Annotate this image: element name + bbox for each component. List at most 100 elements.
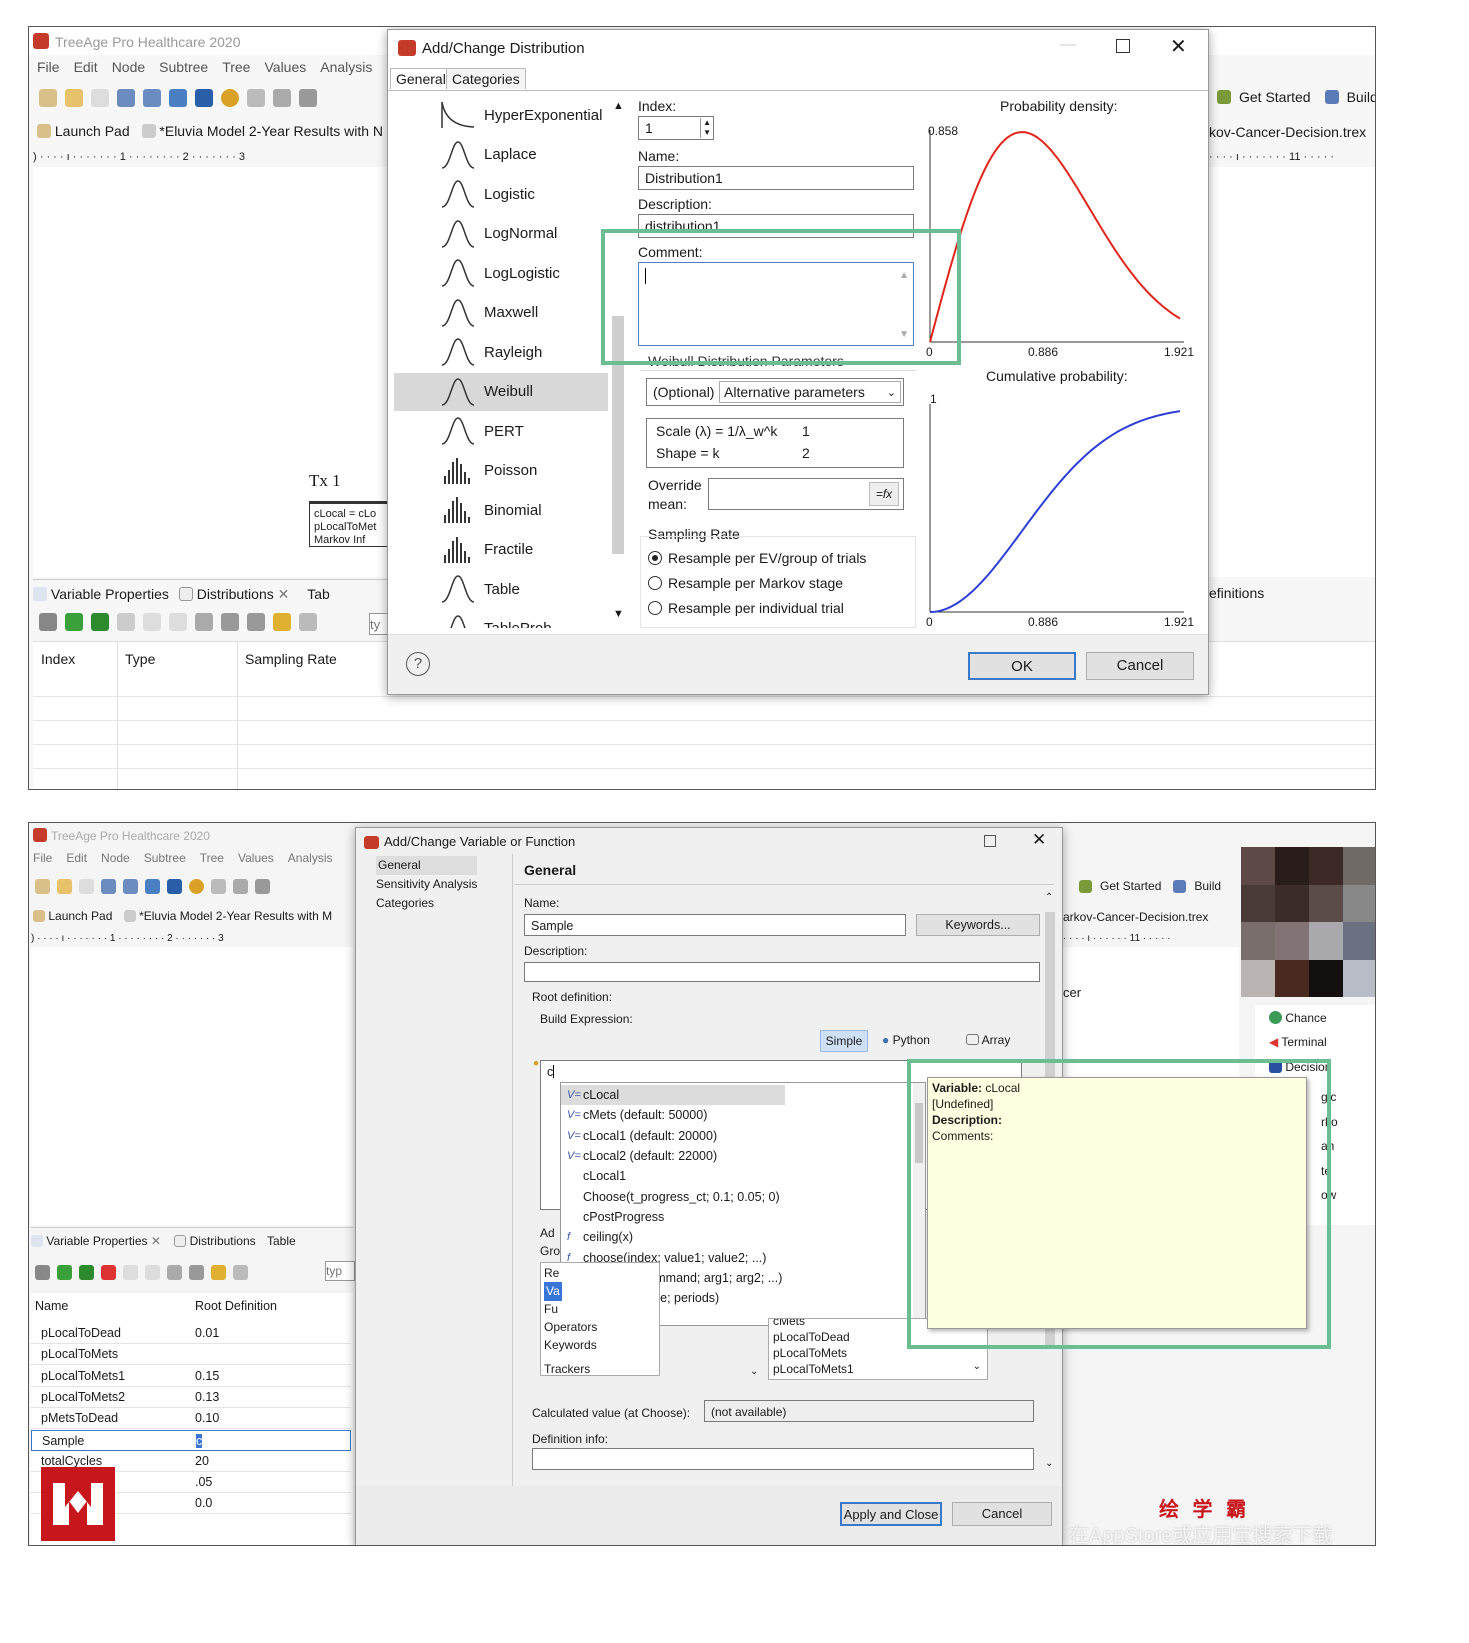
copy-icon[interactable]	[143, 613, 161, 631]
table-row[interactable]: pLocalToDead 0.01	[31, 1323, 351, 1344]
nav-categories[interactable]: Categories	[376, 894, 477, 913]
distribution-item[interactable]: PERT	[394, 412, 608, 450]
tab-categories[interactable]: Categories	[446, 68, 526, 89]
apply-and-close-button[interactable]: Apply and Close	[840, 1502, 942, 1526]
tree-node-box[interactable]: cLocal = cLo pLocalToMet Markov Inf	[309, 501, 389, 547]
menu-file[interactable]: File	[37, 59, 60, 75]
distribution-item[interactable]: Rayleigh	[394, 333, 608, 371]
mode-python[interactable]: ● Python	[882, 1033, 930, 1047]
filter-input[interactable]	[325, 1261, 355, 1281]
shape-value[interactable]: 2	[802, 445, 810, 462]
edit-icon[interactable]	[35, 1265, 50, 1280]
launch-pad-tab[interactable]: Launch Pad *Eluvia Model 2-Year Results …	[33, 909, 332, 923]
maximize-icon[interactable]	[984, 835, 996, 847]
ok-button[interactable]: OK	[968, 652, 1076, 680]
scale-value[interactable]: 1	[802, 423, 810, 440]
menu-subtree[interactable]: Subtree	[159, 59, 208, 75]
col-root-definition[interactable]: Root Definition	[195, 1299, 277, 1313]
right-doc-tab[interactable]: kov-Cancer-Decision.trex	[1209, 124, 1366, 140]
autocomplete-item[interactable]: V= cLocal2 (default: 22000)	[561, 1146, 785, 1166]
close-icon[interactable]: ✕	[1032, 830, 1046, 850]
table-row[interactable]: pLocalToMets2 0.13	[31, 1387, 351, 1408]
menu-analysis[interactable]: Analysis	[320, 59, 372, 75]
tree-icon[interactable]	[117, 89, 135, 107]
delete-icon[interactable]	[117, 613, 135, 631]
run-icon[interactable]	[189, 879, 204, 894]
doc-tab[interactable]: *Eluvia Model 2-Year Results with M	[139, 909, 332, 923]
menu-tree[interactable]: Tree	[200, 851, 224, 865]
distribution-item[interactable]: LogNormal	[394, 215, 608, 253]
grid-icon[interactable]	[211, 879, 226, 894]
close-icon[interactable]: ✕	[278, 586, 290, 602]
override-mean-input[interactable]: =fx	[708, 478, 904, 510]
get-started-button[interactable]: Get Started	[1100, 879, 1161, 893]
autocomplete-item[interactable]: cLocal1	[561, 1166, 785, 1186]
copy-icon[interactable]	[123, 1265, 138, 1280]
forward-icon[interactable]	[79, 879, 94, 894]
distribution-item[interactable]: Fractile	[394, 531, 608, 569]
col-type[interactable]: Type	[125, 651, 155, 667]
add-icon[interactable]	[65, 613, 83, 631]
menu-values[interactable]: Values	[264, 59, 306, 75]
doc-tab[interactable]: *Eluvia Model 2-Year Results with N	[159, 123, 383, 139]
distribution-item[interactable]: Logistic	[394, 175, 608, 213]
legend-chance[interactable]: Chance	[1269, 1011, 1327, 1025]
col-index[interactable]: Index	[41, 651, 75, 667]
name-input[interactable]: Distribution1	[638, 166, 914, 190]
build-button[interactable]: Build	[1194, 879, 1221, 893]
back-icon[interactable]	[65, 89, 83, 107]
move-icon[interactable]	[195, 613, 213, 631]
nav-sensitivity-analysis[interactable]: Sensitivity Analysis	[376, 875, 477, 894]
cancel-button[interactable]: Cancel	[1086, 652, 1194, 680]
name-input[interactable]: Sample	[524, 914, 906, 936]
move-icon[interactable]	[167, 1265, 182, 1280]
nav-general[interactable]: General	[376, 856, 478, 875]
tab-table[interactable]: Tab	[307, 586, 330, 602]
menu-values[interactable]: Values	[238, 851, 274, 865]
autocomplete-item[interactable]: V= cLocal	[561, 1085, 785, 1106]
col-name[interactable]: Name	[35, 1299, 68, 1313]
menu-edit[interactable]: Edit	[66, 851, 87, 865]
add-icon[interactable]	[57, 1265, 72, 1280]
menu-file[interactable]: File	[33, 851, 52, 865]
pin-icon[interactable]	[233, 1265, 248, 1280]
tab-general[interactable]: General	[390, 68, 452, 89]
menu-analysis[interactable]: Analysis	[288, 851, 333, 865]
col-sampling-rate[interactable]: Sampling Rate	[245, 651, 337, 667]
distribution-item[interactable]: TableProb	[394, 610, 608, 628]
scroll-up-icon[interactable]: ▲	[613, 100, 624, 112]
menu-tree[interactable]: Tree	[222, 59, 250, 75]
scroll-down-icon[interactable]: ⌄	[1045, 1458, 1053, 1469]
list-icon[interactable]	[221, 613, 239, 631]
menu-node[interactable]: Node	[112, 59, 145, 75]
add-child-icon[interactable]	[79, 1265, 94, 1280]
autocomplete-item[interactable]: V= cMets (default: 50000)	[561, 1105, 785, 1125]
forward-icon[interactable]	[91, 89, 109, 107]
table-row[interactable]: pMetsToDead 0.10	[31, 1408, 351, 1430]
build-button[interactable]: Build	[1347, 89, 1375, 105]
keywords-button[interactable]: Keywords...	[916, 914, 1040, 936]
list2-icon[interactable]	[247, 613, 265, 631]
network-icon[interactable]	[143, 89, 161, 107]
cube-icon[interactable]	[299, 89, 317, 107]
back-icon[interactable]	[57, 879, 72, 894]
category-list[interactable]: Ad Gro Re Va Fu Operators Keywords Track…	[540, 1224, 758, 1382]
paste-icon[interactable]	[169, 613, 187, 631]
table-row[interactable]: pLocalToMets	[31, 1344, 351, 1366]
list-icon[interactable]	[189, 1265, 204, 1280]
close-icon[interactable]: ✕	[151, 1234, 161, 1248]
tab-distributions[interactable]: Distributions	[197, 586, 274, 602]
pin-icon[interactable]	[299, 613, 317, 631]
edit-icon[interactable]	[39, 613, 57, 631]
save-icon[interactable]	[195, 89, 213, 107]
distribution-item[interactable]: Weibull	[394, 372, 608, 411]
cube-icon[interactable]	[255, 879, 270, 894]
tree-icon[interactable]	[101, 879, 116, 894]
optional-alt-params[interactable]: (Optional) Alternative parameters ⌄	[646, 378, 904, 406]
filter-input[interactable]	[369, 613, 389, 635]
distribution-list[interactable]: HyperExponential Laplace Logistic LogNormal…	[394, 96, 622, 628]
distribution-item[interactable]: LogLogistic	[394, 254, 608, 292]
add-child-icon[interactable]	[91, 613, 109, 631]
alt-params-dropdown[interactable]: Alternative parameters ⌄	[719, 381, 901, 403]
autocomplete-item[interactable]: Choose(t_progress_ct; 0.1; 0.05; 0)	[561, 1186, 785, 1206]
